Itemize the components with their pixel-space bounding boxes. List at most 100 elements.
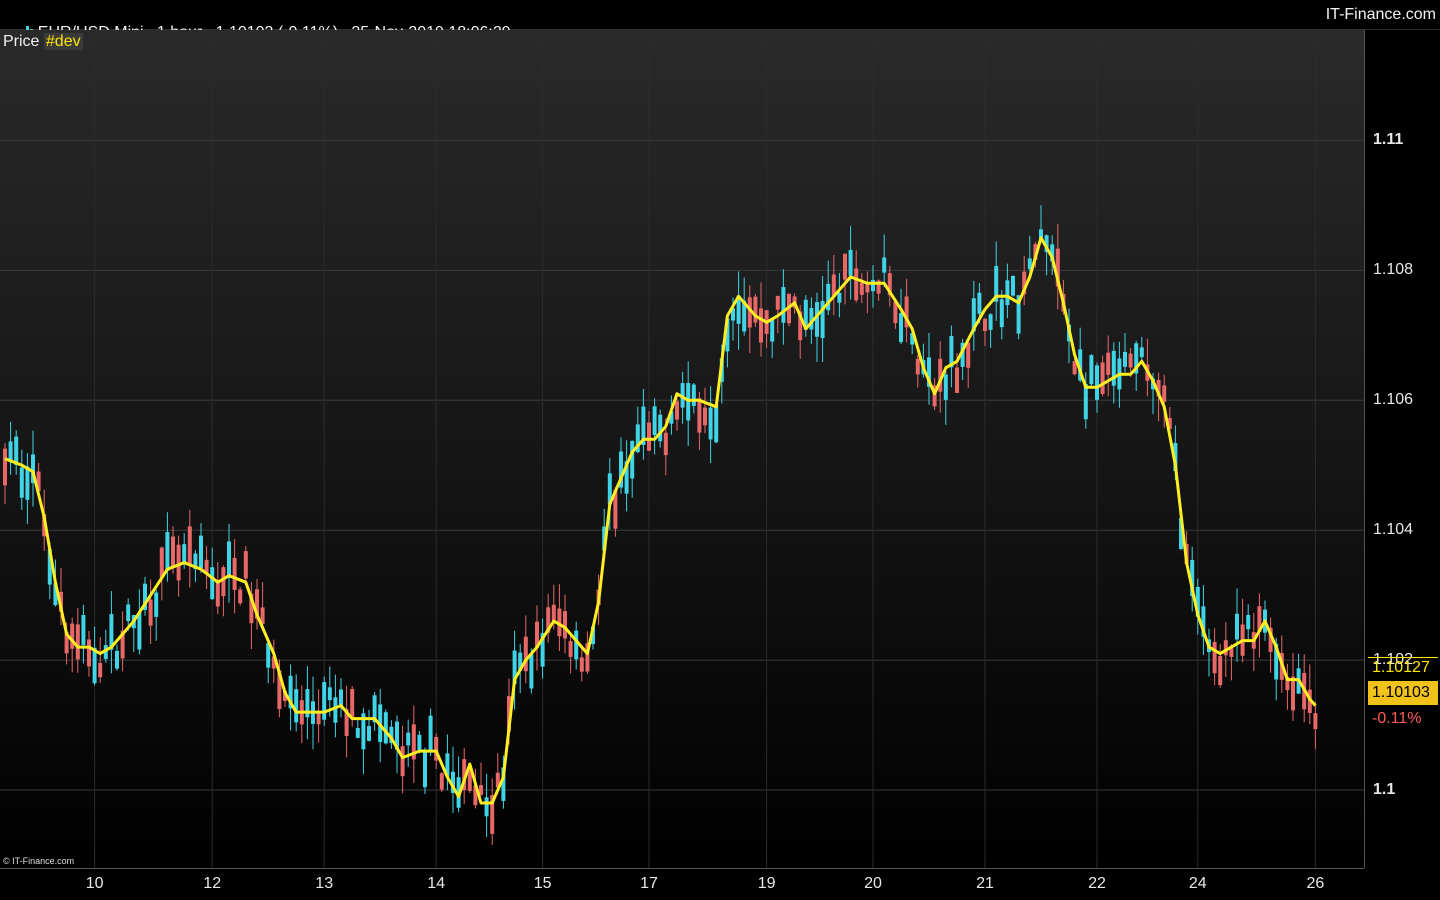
price-chart[interactable]	[0, 30, 1364, 868]
candle-body	[238, 589, 243, 604]
time-axis[interactable]: 10 12 13 14 15 17 19 20 21 22 24 26	[0, 868, 1364, 900]
x-tick-label: 24	[1188, 875, 1207, 892]
candle-body	[316, 712, 321, 725]
x-tick-label: 14	[427, 875, 446, 892]
y-tick-label: 1.104	[1373, 521, 1414, 539]
candle-body	[1212, 641, 1217, 674]
candle-body	[759, 308, 763, 343]
y-tick-label: 1.108	[1373, 261, 1414, 279]
x-tick-label: 15	[533, 875, 552, 892]
candle-body	[574, 630, 579, 660]
candle-body	[81, 615, 86, 645]
y-tick-label: 1.1	[1373, 781, 1396, 799]
candle-body	[25, 466, 30, 500]
candle-body	[367, 726, 371, 741]
candle-body	[523, 636, 528, 672]
candle-body	[187, 526, 192, 565]
candle-body	[423, 749, 427, 788]
candle-body	[652, 406, 657, 436]
candle-body	[8, 441, 13, 461]
candle-body	[294, 689, 299, 723]
candle-body	[428, 715, 433, 751]
candle-body	[14, 436, 19, 465]
candle-body	[529, 654, 534, 689]
candle-body	[1128, 353, 1133, 368]
candle-body	[137, 612, 142, 650]
candle-body	[848, 249, 853, 276]
candle-body	[126, 604, 131, 622]
candle-body	[1089, 355, 1094, 385]
candle-body	[215, 580, 220, 607]
indicator-tag[interactable]: #dev	[43, 33, 83, 50]
x-tick-label: 17	[640, 875, 658, 892]
x-tick-label: 12	[203, 875, 222, 892]
candle-body	[333, 697, 338, 723]
candle-body	[1291, 676, 1295, 711]
candle-body	[663, 432, 668, 456]
candle-body	[210, 567, 215, 600]
price-axis[interactable]: 1.1 1.102 1.104 1.106 1.108 1.11	[1364, 30, 1440, 868]
candle-body	[882, 257, 887, 273]
candle-body	[770, 319, 775, 342]
candle-body	[983, 318, 987, 332]
x-tick-label: 21	[976, 875, 994, 892]
candle-body	[3, 448, 7, 486]
title-bar: EUR/USD Mini 1 hour 1.10103 (-0.11%) 25-…	[0, 0, 1440, 41]
candle-body	[1162, 385, 1167, 402]
candle-body	[630, 441, 635, 479]
candle-body	[1111, 350, 1116, 386]
moving-average-line	[4, 236, 1317, 805]
candle-body	[327, 687, 332, 701]
candle-body	[1139, 347, 1144, 358]
candle-body	[647, 422, 651, 451]
change-label: -0.11%	[1372, 710, 1422, 727]
candle-body	[70, 623, 75, 649]
candle-body	[19, 467, 24, 498]
candle-body	[988, 314, 993, 330]
candle-body	[1246, 614, 1251, 630]
candle-body	[1011, 275, 1015, 296]
candle-body	[859, 282, 864, 295]
candle-body	[658, 414, 663, 442]
candle-body	[98, 662, 103, 678]
candle-body	[171, 536, 175, 568]
candle-body	[154, 592, 159, 617]
candle-body	[484, 797, 489, 817]
candle-body	[439, 773, 444, 790]
candle-body	[1123, 351, 1127, 367]
brand-name: IT-Finance.com	[1325, 6, 1436, 23]
candle-body	[92, 647, 97, 684]
x-tick-label: 10	[85, 875, 104, 892]
x-tick-label: 26	[1306, 875, 1325, 892]
candle-body	[675, 401, 679, 420]
candle-body	[977, 292, 982, 314]
candle-body	[915, 358, 920, 375]
candle-body	[1235, 613, 1239, 640]
candle-body	[199, 535, 203, 568]
x-tick-label: 22	[1088, 875, 1106, 892]
candle-body	[568, 641, 573, 657]
candle-body	[563, 611, 567, 639]
price-label: Price	[3, 33, 40, 50]
candle-body	[243, 551, 248, 579]
candle-body	[221, 567, 226, 597]
copyright-text: © IT-Finance.com	[3, 856, 75, 866]
candle-body	[781, 287, 786, 323]
candle-body	[350, 689, 355, 719]
candle-body	[871, 279, 875, 292]
x-tick-label: 19	[757, 875, 776, 892]
candle-body	[1218, 655, 1223, 686]
candle-body	[400, 746, 405, 777]
candle-body	[406, 732, 411, 746]
candle-body	[417, 734, 422, 751]
candle-body	[753, 296, 758, 323]
candle-body	[182, 544, 187, 564]
x-tick-label: 20	[864, 875, 882, 892]
candle-body	[703, 407, 707, 426]
candle-body	[1106, 352, 1111, 375]
candle-body	[775, 296, 780, 310]
candle-body	[551, 604, 556, 622]
ma-value-label: 1.10127	[1368, 657, 1438, 676]
candle-body	[697, 398, 702, 433]
candle-body	[87, 639, 91, 667]
